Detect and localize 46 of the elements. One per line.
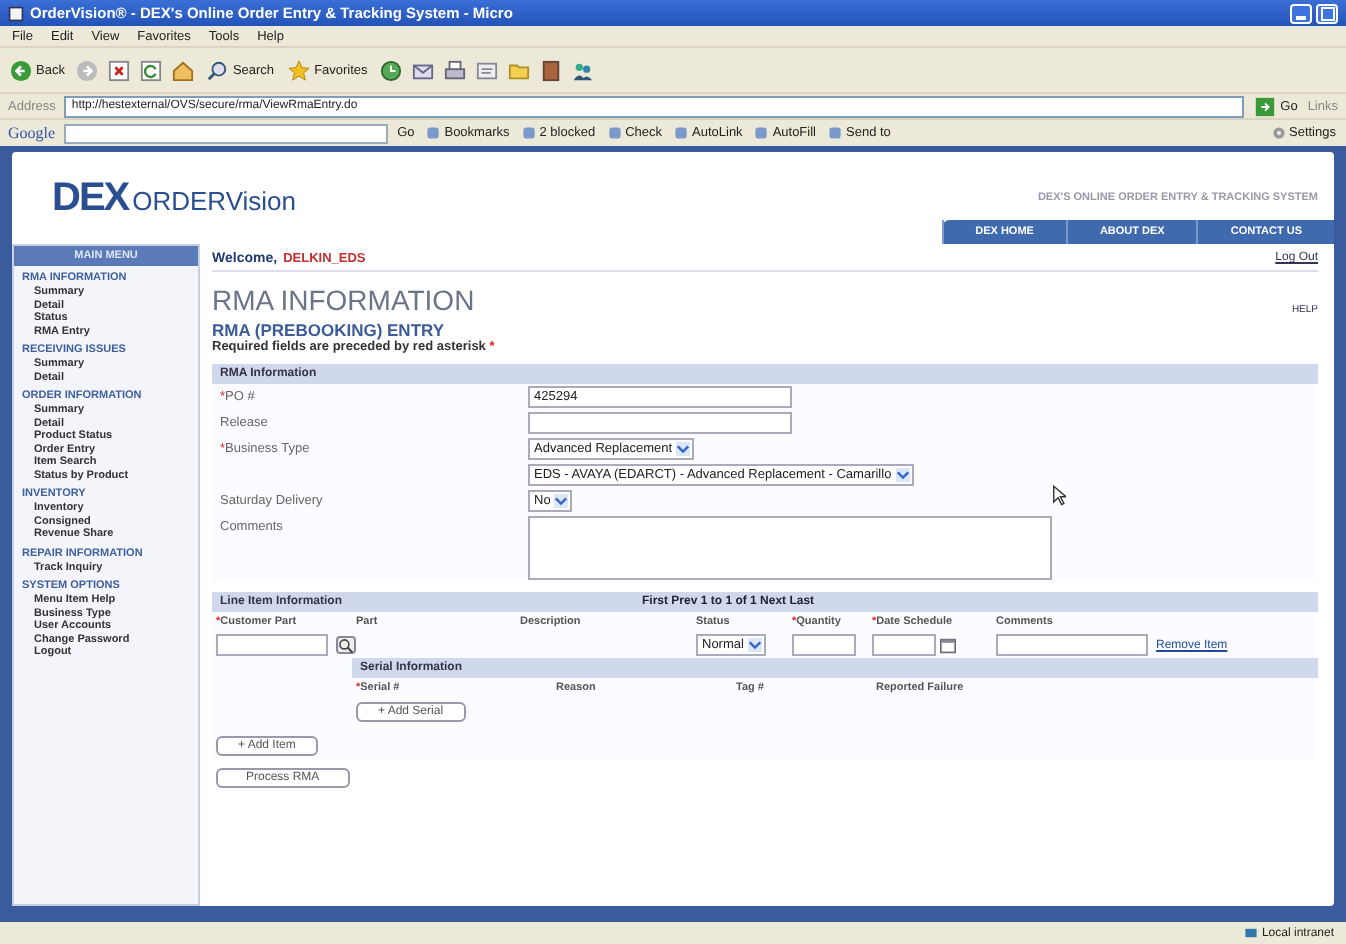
- google-search-field[interactable]: [63, 123, 388, 143]
- search-icon: [338, 637, 354, 653]
- minimize-button[interactable]: [1290, 3, 1312, 23]
- date-field[interactable]: [872, 634, 936, 656]
- search-button[interactable]: [336, 636, 356, 654]
- go-arrow-icon: [1254, 95, 1277, 117]
- search-icon: [206, 59, 229, 81]
- page-title: RMA INFORMATION: [212, 284, 475, 316]
- mouse-cursor-icon: [1052, 484, 1066, 506]
- dropdown-arrow-icon: [676, 442, 691, 456]
- folder-icon[interactable]: [507, 59, 530, 81]
- toolbar-icon: [426, 126, 441, 140]
- minimize-icon: [1296, 15, 1306, 19]
- calendar-icon[interactable]: [940, 637, 956, 653]
- logo: DEXORDERVision: [52, 175, 297, 221]
- toolbar-icon: [521, 126, 536, 140]
- google-logo: Google: [8, 124, 56, 142]
- toolbar-icon: [674, 126, 689, 140]
- star-icon: [288, 59, 311, 81]
- page-subtitle: RMA (PREBOOKING) ENTRY: [212, 320, 445, 340]
- text-field[interactable]: [528, 412, 792, 434]
- settings-icon: [1271, 126, 1285, 140]
- text-field[interactable]: [792, 634, 856, 656]
- stop-icon[interactable]: [108, 59, 131, 81]
- dropdown-arrow-icon: [895, 468, 910, 482]
- mail-icon[interactable]: [411, 59, 434, 81]
- comments-field[interactable]: [528, 516, 1052, 580]
- edit-icon[interactable]: [475, 59, 498, 81]
- refresh-icon[interactable]: [140, 59, 163, 81]
- history-icon[interactable]: [379, 59, 402, 81]
- text-field[interactable]: [216, 634, 328, 656]
- toolbar-icon: [754, 126, 769, 140]
- toolbar-icon: [607, 126, 622, 140]
- print-icon[interactable]: [443, 59, 466, 81]
- zone-icon: [1243, 926, 1258, 940]
- maximize-button[interactable]: [1316, 3, 1338, 23]
- maximize-icon: [1319, 5, 1335, 21]
- back-arrow-icon: [10, 59, 32, 81]
- toolbar-icon: [828, 126, 842, 140]
- dropdown-arrow-icon: [554, 494, 569, 508]
- dropdown-arrow-icon: [747, 638, 762, 652]
- home-icon[interactable]: [172, 59, 195, 81]
- book-icon[interactable]: [539, 59, 562, 81]
- app-icon: [8, 5, 24, 21]
- people-icon[interactable]: [571, 59, 594, 81]
- text-field[interactable]: [996, 634, 1148, 656]
